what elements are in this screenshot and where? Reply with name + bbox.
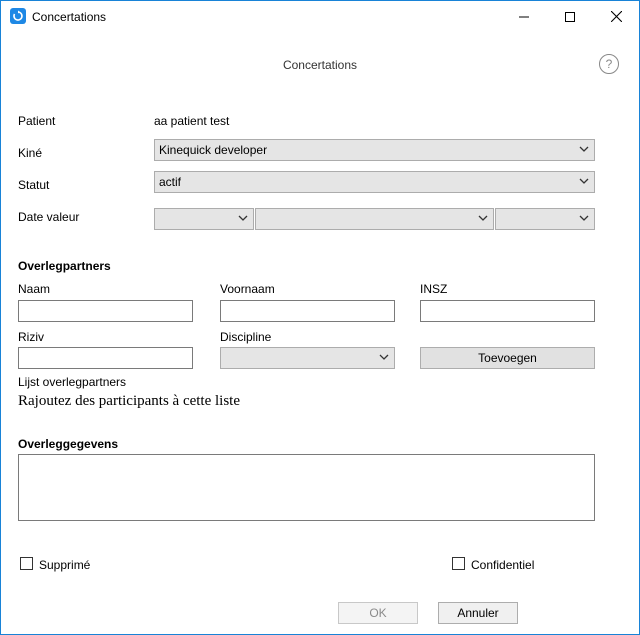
partners-list-label: Lijst overlegpartners	[18, 375, 127, 389]
maximize-icon	[565, 11, 575, 22]
chevron-down-icon	[238, 215, 248, 221]
kine-label: Kiné	[18, 146, 43, 160]
chevron-down-icon	[379, 354, 389, 360]
date-label: Date valeur	[18, 210, 80, 224]
maximize-button[interactable]	[547, 1, 593, 32]
voornaam-label: Voornaam	[220, 282, 275, 296]
details-textarea[interactable]	[18, 454, 595, 521]
discipline-select[interactable]	[220, 347, 395, 369]
naam-input[interactable]	[18, 300, 193, 322]
date-month-select[interactable]	[255, 208, 494, 230]
riziv-input[interactable]	[18, 347, 193, 369]
minimize-icon	[519, 16, 529, 17]
deleted-checkbox[interactable]	[20, 557, 33, 570]
chevron-down-icon	[579, 178, 589, 184]
chevron-down-icon	[478, 215, 488, 221]
voornaam-input[interactable]	[220, 300, 395, 322]
confidential-checkbox[interactable]	[452, 557, 465, 570]
close-icon	[610, 11, 622, 22]
riziv-label: Riziv	[18, 330, 44, 344]
cancel-button[interactable]: Annuler	[438, 602, 518, 624]
insz-input[interactable]	[420, 300, 595, 322]
add-partner-button[interactable]: Toevoegen	[420, 347, 595, 369]
discipline-label: Discipline	[220, 330, 272, 344]
close-button[interactable]	[593, 1, 639, 32]
patient-label: Patient	[18, 114, 56, 128]
minimize-button[interactable]	[501, 1, 547, 32]
kine-select[interactable]: Kinequick developer	[154, 139, 595, 161]
help-icon[interactable]: ?	[599, 54, 619, 74]
statut-selected-value: actif	[159, 175, 182, 189]
details-section-title: Overleggegevens	[18, 437, 119, 451]
partners-list-placeholder: Rajoutez des participants à cette liste	[18, 393, 240, 409]
chevron-down-icon	[579, 146, 589, 152]
ok-button[interactable]: OK	[338, 602, 418, 624]
date-day-select[interactable]	[154, 208, 254, 230]
patient-value: aa patient test	[154, 114, 230, 128]
app-sync-icon	[10, 8, 26, 24]
partners-section-title: Overlegpartners	[18, 259, 111, 273]
naam-label: Naam	[18, 282, 51, 296]
page-title: Concertations	[282, 58, 358, 72]
kine-selected-value: Kinequick developer	[159, 143, 268, 157]
concertations-window: Concertations Concertations ? Patient aa…	[0, 0, 640, 635]
date-year-select[interactable]	[495, 208, 595, 230]
insz-label: INSZ	[420, 282, 448, 296]
chevron-down-icon	[579, 215, 589, 221]
statut-select[interactable]: actif	[154, 171, 595, 193]
title-bar[interactable]: Concertations	[1, 1, 639, 32]
deleted-label[interactable]: Supprimé	[39, 558, 90, 572]
statut-label: Statut	[18, 178, 50, 192]
confidential-label[interactable]: Confidentiel	[471, 558, 534, 572]
window-title: Concertations	[32, 10, 107, 24]
